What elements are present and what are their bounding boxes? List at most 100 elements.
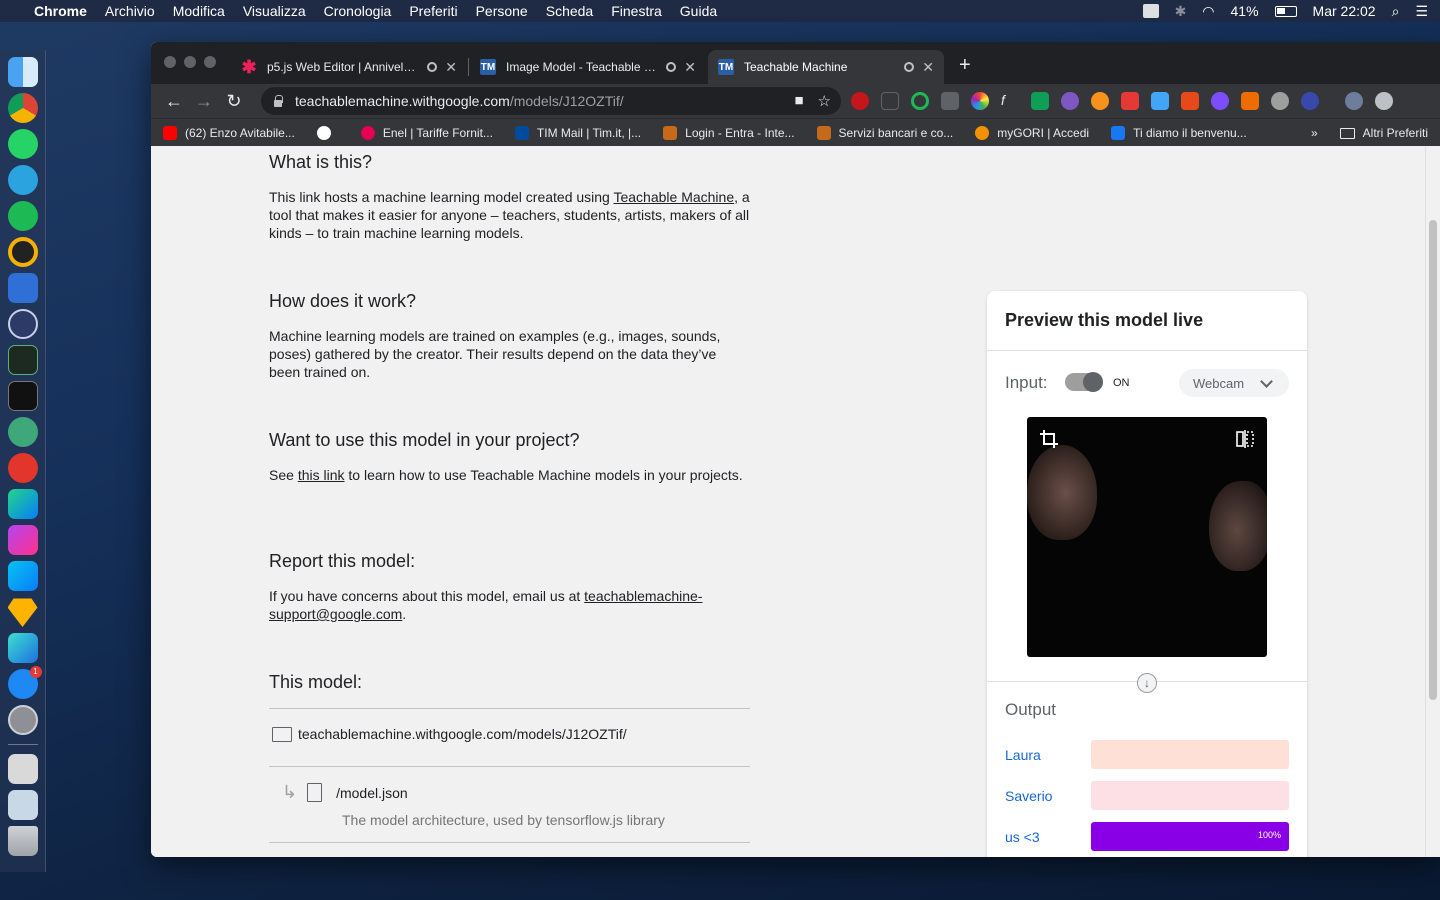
- menu-guida[interactable]: Guida: [680, 3, 717, 19]
- crop-icon[interactable]: [1039, 429, 1059, 449]
- window-minimize-button[interactable]: [184, 56, 196, 68]
- camera-in-use-icon[interactable]: ■: [794, 92, 803, 110]
- app-store-icon[interactable]: 1: [7, 666, 42, 699]
- tab-teachable-machine[interactable]: TM Teachable Machine ✕: [708, 50, 944, 84]
- recycle-extension-icon[interactable]: [941, 92, 959, 110]
- spotlight-search-icon[interactable]: ⌕: [1392, 3, 1400, 20]
- address-bar[interactable]: teachablemachine.withgoogle.com/models/J…: [261, 87, 841, 115]
- finder-icon[interactable]: [7, 57, 38, 87]
- battery-icon[interactable]: [1274, 5, 1297, 17]
- window-zoom-button[interactable]: [204, 56, 216, 68]
- tab-image-model[interactable]: TM Image Model - Teachable Ma ✕: [470, 50, 706, 84]
- spotify-icon[interactable]: [7, 201, 38, 231]
- forward-button[interactable]: →: [189, 91, 219, 112]
- airplay-icon[interactable]: [1142, 4, 1159, 18]
- sketch-icon[interactable]: [7, 598, 38, 627]
- update-icon[interactable]: [1375, 92, 1393, 110]
- tab-recording-icon: [427, 62, 438, 72]
- video-recorder-icon[interactable]: [7, 273, 38, 303]
- url-domain: teachablemachine.withgoogle.com: [295, 93, 510, 109]
- bookmark-item[interactable]: Login - Entra - Inte...: [663, 125, 795, 140]
- profile-avatar[interactable]: [1345, 92, 1363, 110]
- model-file-row[interactable]: ↳ /model.json: [282, 782, 408, 803]
- wifi-icon[interactable]: ◠: [1202, 3, 1214, 20]
- orange-extension-icon[interactable]: [1241, 92, 1259, 110]
- usage-link[interactable]: this link: [298, 467, 345, 483]
- menu-app-name[interactable]: Chrome: [34, 3, 87, 19]
- check-extension-icon[interactable]: [1211, 92, 1229, 110]
- telegram-icon[interactable]: [7, 165, 38, 195]
- bookmark-item[interactable]: Servizi bancari e co...: [816, 125, 953, 140]
- preview-document-icon[interactable]: [7, 790, 38, 820]
- bluetooth-icon[interactable]: ✱: [1175, 3, 1187, 20]
- window-close-button[interactable]: [164, 56, 176, 68]
- blue-extension-icon[interactable]: [1151, 92, 1169, 110]
- red-extension-icon[interactable]: [1121, 92, 1139, 110]
- layers-app-icon[interactable]: [7, 633, 38, 663]
- menu-scheda[interactable]: Scheda: [546, 3, 593, 19]
- clock[interactable]: Mar 22:02: [1313, 3, 1376, 19]
- atom-icon[interactable]: [7, 417, 38, 447]
- tab-close-icon[interactable]: ✕: [922, 59, 934, 76]
- download-extension-icon[interactable]: [1301, 92, 1319, 110]
- bookmark-item[interactable]: Enel | Tariffe Fornit...: [360, 125, 493, 140]
- flag-extension-icon[interactable]: [1031, 92, 1049, 110]
- page-scrollbar[interactable]: [1425, 146, 1440, 857]
- menu-visualizza[interactable]: Visualizza: [243, 3, 306, 19]
- multicolor-extension-icon[interactable]: [1271, 92, 1289, 110]
- purple-extension-icon[interactable]: [1061, 92, 1079, 110]
- new-tab-button[interactable]: +: [959, 54, 971, 77]
- bottle-extension-icon[interactable]: [1181, 92, 1199, 110]
- whatsapp-icon[interactable]: [7, 129, 38, 159]
- webstorm-icon[interactable]: [7, 561, 38, 591]
- flower-app-icon[interactable]: [7, 453, 38, 483]
- menu-archivio[interactable]: Archivio: [105, 3, 155, 19]
- gauge-app-icon[interactable]: [7, 309, 38, 339]
- trash-icon[interactable]: [7, 826, 38, 856]
- music-player-icon[interactable]: [7, 237, 38, 267]
- tab-p5js[interactable]: ✱ p5.js Web Editor | Annivelato ✕: [231, 50, 467, 84]
- menu-persone[interactable]: Persone: [476, 3, 528, 19]
- chrome-icon[interactable]: [7, 93, 38, 123]
- bookmark-star-icon[interactable]: ☆: [818, 92, 831, 110]
- model-divider: [269, 708, 750, 709]
- input-source-select[interactable]: Webcam: [1179, 369, 1289, 397]
- bookmark-item[interactable]: [316, 125, 339, 140]
- menu-finestra[interactable]: Finestra: [611, 3, 662, 19]
- teachable-machine-link[interactable]: Teachable Machine: [613, 189, 734, 205]
- tab-close-icon[interactable]: ✕: [445, 59, 457, 76]
- terminal-icon[interactable]: [7, 381, 38, 411]
- webcam-face: [1027, 445, 1097, 540]
- lock-icon[interactable]: [273, 95, 283, 107]
- menu-modifica[interactable]: Modifica: [173, 3, 225, 19]
- model-folder-row[interactable]: teachablemachine.withgoogle.com/models/J…: [272, 726, 627, 742]
- other-bookmarks-folder[interactable]: Altri Preferiti: [1339, 126, 1428, 140]
- scrollbar-thumb[interactable]: [1429, 220, 1437, 700]
- bookmark-item[interactable]: myGORI | Accedi: [975, 125, 1089, 140]
- how-text: Machine learning models are trained on e…: [269, 328, 721, 380]
- back-button[interactable]: ←: [159, 91, 189, 112]
- input-toggle[interactable]: [1065, 372, 1103, 392]
- fx-extension-icon[interactable]: f: [1001, 92, 1019, 110]
- activity-monitor-icon[interactable]: [7, 345, 38, 375]
- menu-cronologia[interactable]: Cronologia: [324, 3, 392, 19]
- bookmark-item[interactable]: TIM Mail | Tim.it, |...: [514, 125, 641, 140]
- clion-icon[interactable]: [7, 489, 38, 519]
- back-arrow-extension-icon[interactable]: [881, 92, 899, 110]
- screenshot-app-icon[interactable]: [7, 754, 38, 784]
- color-wheel-extension-icon[interactable]: [971, 92, 989, 110]
- reload-button[interactable]: ↻: [219, 91, 249, 112]
- phpstorm-icon[interactable]: [7, 525, 38, 555]
- bookmarks-overflow-button[interactable]: »: [1311, 126, 1318, 140]
- menu-preferiti[interactable]: Preferiti: [409, 3, 457, 19]
- flip-icon[interactable]: [1235, 429, 1255, 449]
- bitcoin-extension-icon[interactable]: [1091, 92, 1109, 110]
- tab-close-icon[interactable]: ✕: [684, 59, 696, 76]
- bookmark-item[interactable]: Ti diamo il benvenu...: [1111, 125, 1247, 140]
- green-circle-extension-icon[interactable]: [911, 92, 929, 110]
- extensions-bar: f: [851, 92, 1393, 110]
- bookmark-item[interactable]: (62) Enzo Avitabile...: [163, 125, 295, 140]
- notification-center-icon[interactable]: ☰: [1415, 3, 1428, 20]
- adblock-plus-icon[interactable]: [851, 92, 869, 110]
- system-preferences-icon[interactable]: [7, 705, 38, 735]
